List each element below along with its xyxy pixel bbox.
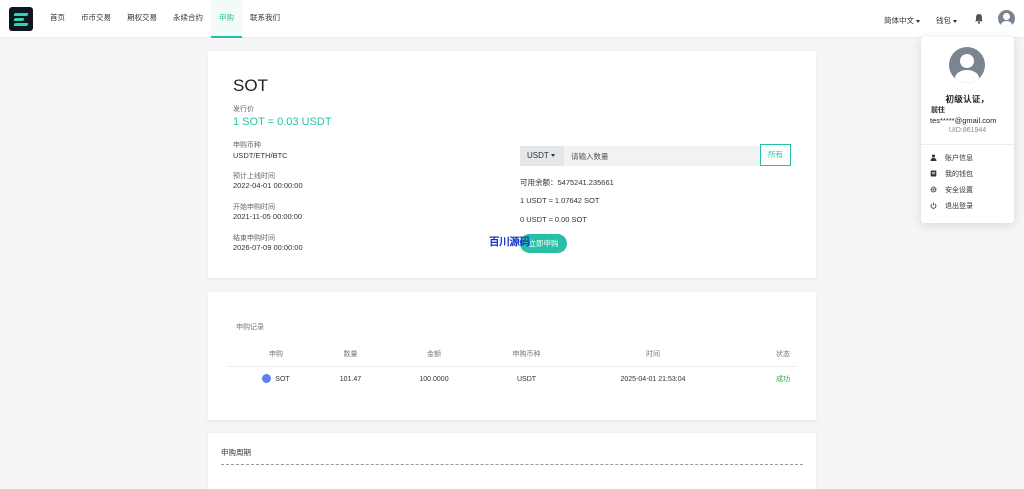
all-button[interactable]: 所有 <box>760 144 791 166</box>
currency-value: USDT/ETH/BTC <box>233 151 288 160</box>
record-quantity: 101.47 <box>339 376 362 383</box>
divider <box>921 144 1014 145</box>
records-title: 申购记录 <box>236 324 264 331</box>
start-time-value: 2021-11-05 00:00:00 <box>233 212 303 221</box>
subscription-records-card: 申购记录 申购 数量 金额 申购币种 时间 状态 SOT 101.47 100.… <box>208 292 816 420</box>
exchange-rate: 1 USDT ≈ 1.07642 SOT <box>520 196 600 205</box>
wallet-icon <box>930 170 937 177</box>
avatar <box>949 47 985 83</box>
column-header: 状态 <box>776 351 790 358</box>
subscription-period-card: 申购周期 <box>208 433 816 489</box>
user-avatar[interactable] <box>998 10 1015 27</box>
period-title: 申购周期 <box>221 448 251 457</box>
gear-icon <box>930 186 937 193</box>
record-amount: 100.0000 <box>419 376 449 383</box>
menu-item-label: 账户信息 <box>945 155 973 162</box>
caret-down-icon <box>550 154 555 158</box>
column-header: 申购 <box>269 351 283 358</box>
issue-price-value: 1 SOT = 0.03 USDT <box>233 116 332 128</box>
issue-price-label: 发行价 <box>233 106 254 113</box>
records-table: 申购 数量 金额 申购币种 时间 状态 SOT 101.47 100.0000 … <box>228 342 796 393</box>
menu-item-label: 退出登录 <box>945 203 973 210</box>
menu-item-security-settings[interactable]: 安全设置 <box>930 185 973 197</box>
column-header: 金额 <box>427 351 441 358</box>
amount-input[interactable] <box>564 146 760 166</box>
menu-item-my-wallet[interactable]: 我的钱包 <box>930 169 973 181</box>
language-label: 简体中文 <box>884 16 914 25</box>
launch-time-value: 2022-04-01 00:00:00 <box>233 181 303 190</box>
nav-item-perpetual[interactable]: 永续合约 <box>165 0 211 38</box>
column-header: 申购币种 <box>512 351 541 358</box>
user-icon <box>930 154 937 161</box>
launch-time-label: 预计上线时间 <box>233 173 275 180</box>
nav-item-contact[interactable]: 联系我们 <box>242 0 288 38</box>
user-uid: UID:861944 <box>948 127 987 134</box>
record-status: 成功 <box>776 376 790 383</box>
power-icon <box>930 202 937 209</box>
column-header: 数量 <box>343 351 358 358</box>
coin-icon <box>262 373 272 383</box>
menu-item-label: 安全设置 <box>945 187 973 194</box>
nav-item-subscribe[interactable]: 申购 <box>211 0 242 38</box>
record-currency: USDT <box>516 376 537 383</box>
column-header: 时间 <box>646 351 660 358</box>
divider <box>221 464 803 465</box>
chevron-down-icon <box>953 19 957 23</box>
currency-select-label: USDT <box>527 151 549 160</box>
nav-item-home[interactable]: 首页 <box>42 0 73 38</box>
logo[interactable] <box>9 7 33 31</box>
menu-item-account-info[interactable]: 账户信息 <box>930 153 973 165</box>
currency-select[interactable]: USDT <box>520 146 564 166</box>
wallet-menu[interactable]: 钱包 <box>936 15 957 26</box>
currency-label: 申购币种 <box>233 142 261 149</box>
user-email: tes*****@gmail.com <box>930 116 997 125</box>
language-selector[interactable]: 简体中文 <box>884 15 920 26</box>
record-coin-label: SOT <box>275 376 290 383</box>
end-time-label: 结束申购时间 <box>233 235 275 242</box>
subscription-card: SOT 发行价 1 SOT = 0.03 USDT 申购币种 USDT/ETH/… <box>208 51 816 278</box>
menu-item-label: 我的钱包 <box>945 171 973 178</box>
end-time-value: 2026-07-09 00:00:00 <box>233 243 303 252</box>
watermark: 百川源码 <box>489 236 530 248</box>
start-time-label: 开始申购时间 <box>233 204 275 211</box>
nav-item-options[interactable]: 期权交易 <box>119 0 165 38</box>
wallet-label: 钱包 <box>936 16 951 25</box>
bell-icon[interactable] <box>974 13 984 24</box>
user-dropdown-menu: 初级认证， 前往 tes*****@gmail.com UID:861944 账… <box>921 37 1014 223</box>
estimate-amount: 0 USDT ≈ 0.00 SOT <box>520 215 587 224</box>
goto-verify-link[interactable]: 前往 <box>931 105 945 115</box>
record-coin: SOT <box>256 367 296 393</box>
amount-input-group: USDT 所有 <box>520 144 791 166</box>
record-time: 2025-04-01 21:53:04 <box>620 376 686 383</box>
menu-item-logout[interactable]: 退出登录 <box>930 201 973 213</box>
available-balance: 可用余额：5475241.235661 <box>520 178 614 187</box>
table-row: SOT 101.47 100.0000 USDT 2025-04-01 21:5… <box>228 367 796 393</box>
coin-title: SOT <box>233 76 268 95</box>
chevron-down-icon <box>916 19 920 23</box>
verification-status: 初级认证， <box>945 94 990 104</box>
table-header-row: 申购 数量 金额 申购币种 时间 状态 <box>228 342 796 367</box>
main-nav: 首页 币币交易 期权交易 永续合约 申购 联系我们 <box>42 0 288 38</box>
top-navigation-bar: 首页 币币交易 期权交易 永续合约 申购 联系我们 简体中文 钱包 <box>0 0 1024 38</box>
nav-item-spot[interactable]: 币币交易 <box>73 0 119 38</box>
